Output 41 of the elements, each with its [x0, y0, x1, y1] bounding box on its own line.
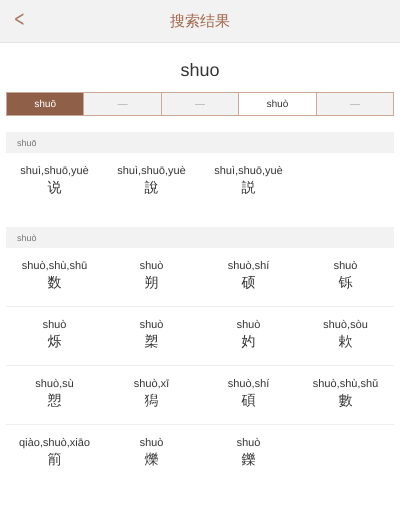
character-link[interactable]: 愬: [48, 392, 62, 410]
section-title: shuō: [17, 138, 37, 148]
character-link[interactable]: 說: [144, 179, 158, 197]
character-link[interactable]: 槊: [144, 333, 158, 351]
character-link[interactable]: 箾: [48, 451, 62, 469]
pinyin-text: shuò: [42, 319, 66, 331]
page-title: 搜索结果: [170, 12, 230, 30]
pinyin-text: shuò: [140, 260, 164, 272]
pinyin-text: shuì,shuō,yuè: [117, 165, 186, 177]
pinyin-text: shuì,shuō,yuè: [20, 165, 89, 177]
pinyin-text: shuì,shuō,yuè: [214, 165, 283, 177]
character-link[interactable]: 妁: [242, 333, 256, 351]
character-link[interactable]: 碩: [242, 392, 256, 410]
character-link[interactable]: 说: [48, 179, 62, 197]
character-link[interactable]: 铄: [338, 274, 352, 292]
character-link[interactable]: 爍: [144, 451, 158, 469]
character-link[interactable]: 数: [48, 274, 62, 292]
pinyin-text: shuò,shí: [228, 378, 270, 390]
query-text: shuo: [179, 59, 221, 82]
pinyin-text: shuò: [334, 260, 358, 272]
pinyin-text: shuò,sòu: [323, 319, 368, 331]
pinyin-text: shuò: [236, 437, 260, 449]
character-link[interactable]: 硕: [242, 274, 256, 292]
section-title: shuò: [17, 232, 37, 242]
pinyin-text: shuò,sù: [35, 378, 74, 390]
pinyin-text: shuò,xī: [134, 378, 170, 390]
pinyin-text: shuò: [236, 319, 260, 331]
tone-tab[interactable]: shuō: [7, 93, 84, 115]
pinyin-text: shuò,shù,shū: [22, 260, 88, 272]
pinyin-text: qiào,shuò,xiāo: [19, 437, 90, 449]
character-link[interactable]: 數: [338, 392, 352, 410]
pinyin-text: shuò,shí: [228, 260, 270, 272]
pinyin-text: shuò: [140, 437, 164, 449]
character-link[interactable]: 説: [242, 179, 256, 197]
character-link[interactable]: 烁: [48, 333, 62, 351]
pinyin-text: shuò,shù,shǔ: [312, 378, 378, 390]
character-link[interactable]: 欶: [338, 333, 352, 351]
pinyin-text: shuò: [140, 319, 164, 331]
character-link[interactable]: 鑠: [242, 451, 256, 469]
character-link[interactable]: 獡: [144, 392, 158, 410]
character-link[interactable]: 朔: [144, 274, 158, 292]
